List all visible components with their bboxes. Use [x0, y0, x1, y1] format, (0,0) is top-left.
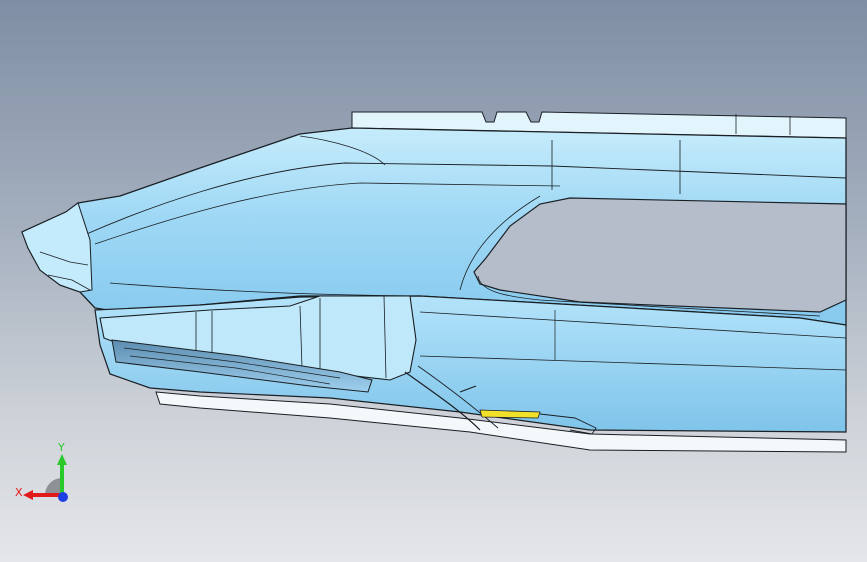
axis-triad[interactable]: X Y [12, 440, 82, 510]
y-axis-label: Y [58, 441, 65, 454]
cad-viewport[interactable]: X Y [0, 0, 867, 562]
grille-opening [473, 197, 847, 313]
axis-triad-graphic [23, 454, 68, 502]
x-axis-label: X [15, 486, 23, 499]
front-tip [21, 202, 93, 293]
bumper-model[interactable] [0, 0, 867, 562]
